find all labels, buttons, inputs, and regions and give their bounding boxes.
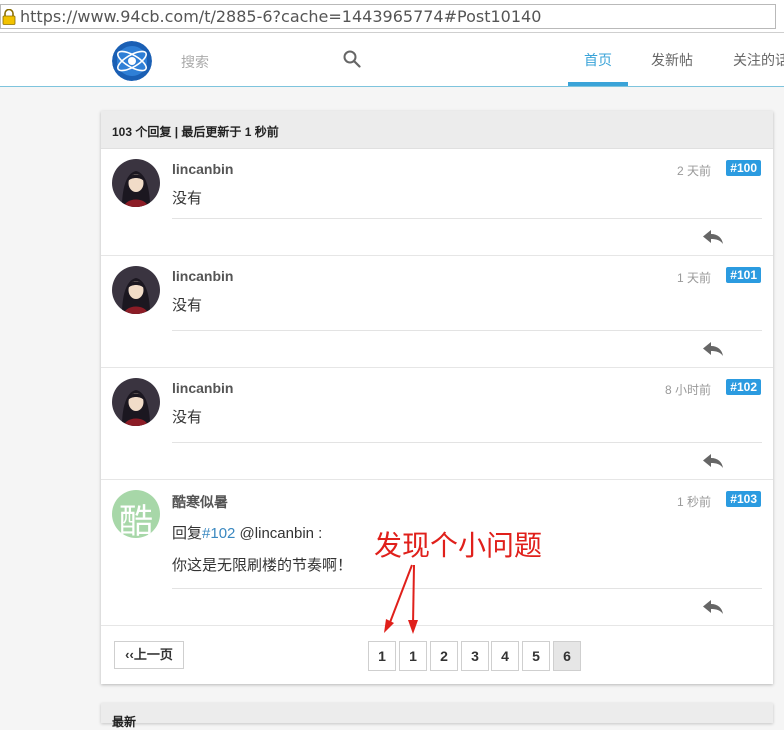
reply-prefix: 回复 [172,525,203,542]
avatar[interactable] [112,159,160,207]
reply-mention[interactable]: @lincanbin : [235,525,323,542]
search-icon[interactable] [343,50,361,68]
post-content: 没有 [172,409,203,426]
post-author[interactable]: lincanbin [172,268,233,284]
thread-panel: 103 个回复 | 最后更新于 1 秒前 lincanbin 2 天前 #100… [101,111,773,684]
logo-icon [112,41,152,81]
floor-badge[interactable]: #101 [726,267,761,283]
tab-followed-topics[interactable]: 关注的话 [733,50,784,70]
post-divider [172,218,762,219]
site-logo[interactable] [112,41,152,81]
search-input[interactable]: 搜索 [181,52,209,72]
user-avatar-icon [112,266,160,314]
page-button[interactable]: 1 [368,641,396,671]
post-author[interactable]: lincanbin [172,161,233,177]
avatar-letter: 酷 [119,503,153,538]
lock-warning-icon [2,9,16,25]
annotation-text: 发现个小问题 [374,529,543,562]
post-item: lincanbin 8 小时前 #102 没有 [101,368,773,480]
post-time: 2 天前 [676,164,711,178]
post-item: lincanbin 1 天前 #101 没有 [101,256,773,368]
post-content: 没有 [172,190,203,207]
section-title: 最新 [112,715,137,729]
reply-floor-link[interactable]: #102 [202,525,235,542]
avatar[interactable]: 酷 [112,490,160,538]
thread-summary-bar: 103 个回复 | 最后更新于 1 秒前 [101,111,773,149]
user-avatar-icon [112,159,160,207]
avatar[interactable] [112,266,160,314]
post-divider [172,330,762,331]
post-content: 没有 [172,297,203,314]
post-time: 1 天前 [676,271,711,285]
url-field[interactable]: https://www.94cb.com/t/2885-6?cache=1443… [0,4,776,29]
page-button[interactable]: 4 [491,641,519,671]
annotation-arrows [384,564,418,634]
user-avatar-icon [112,378,160,426]
post-divider [172,588,762,589]
tab-new-post[interactable]: 发新帖 [651,50,693,70]
floor-badge[interactable]: #100 [726,160,761,176]
page-button[interactable]: 2 [430,641,458,671]
top-nav: 搜索 首页 发新帖 关注的话 [0,33,784,87]
url-text: https://www.94cb.com/t/2885-6?cache=1443… [20,7,542,26]
post-author[interactable]: 酷寒似暑 [172,492,228,512]
post-item: lincanbin 2 天前 #100 没有 [101,149,773,256]
post-content: 你这是无限刷楼的节奏啊！ [172,557,353,574]
post-author[interactable]: lincanbin [172,380,233,396]
reply-icon[interactable] [702,229,724,245]
page-button-current[interactable]: 6 [553,641,581,671]
post-divider [172,442,762,443]
avatar[interactable] [112,378,160,426]
reply-icon[interactable] [702,341,724,357]
post-time: 8 小时前 [664,383,711,397]
latest-section-header: 最新 [101,703,773,729]
reply-icon[interactable] [702,599,724,615]
active-tab-indicator [568,82,628,86]
reply-icon[interactable] [702,453,724,469]
browser-address-bar: https://www.94cb.com/t/2885-6?cache=1443… [0,0,784,33]
post-time: 1 秒前 [676,495,711,509]
prev-page-button[interactable]: ‹‹上一页 [114,641,184,669]
page-button[interactable]: 3 [461,641,489,671]
page-button[interactable]: 1 [399,641,427,671]
reply-quote: 回复#102 @lincanbin : [172,522,322,543]
floor-badge[interactable]: #103 [726,491,761,507]
tab-home[interactable]: 首页 [584,50,612,70]
floor-badge[interactable]: #102 [726,379,761,395]
thread-summary: 103 个回复 | 最后更新于 1 秒前 [112,125,279,139]
page-button[interactable]: 5 [522,641,550,671]
